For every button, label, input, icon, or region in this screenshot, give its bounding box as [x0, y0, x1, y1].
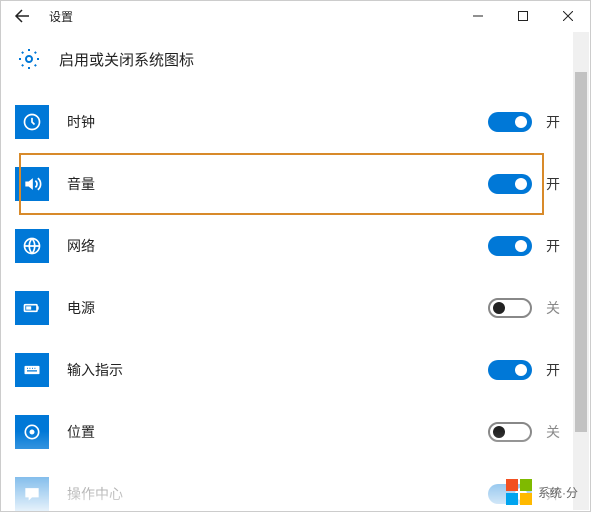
- toggle-switch[interactable]: [488, 174, 532, 194]
- settings-window: 设置 启用或关闭系统图标 时钟开音量开网络开电源关输入指示开位置关操作中心开: [0, 0, 591, 512]
- setting-row: 电源 关: [15, 277, 574, 339]
- minimize-icon: [473, 11, 483, 21]
- toggle-state-label: 关: [546, 298, 566, 318]
- toggle-state-label: 开: [546, 174, 566, 194]
- toggle-state-label: 开: [546, 360, 566, 380]
- watermark: 系统·分: [506, 479, 578, 505]
- toggle-thumb: [515, 116, 527, 128]
- toggle-thumb: [493, 426, 505, 438]
- toggle-group: 开: [488, 174, 566, 194]
- toggle-group: 关: [488, 422, 566, 442]
- maximize-button[interactable]: [500, 1, 545, 31]
- gear-icon: [15, 45, 43, 73]
- setting-label: 时钟: [67, 112, 470, 132]
- network-icon: [15, 229, 49, 263]
- setting-label: 音量: [67, 174, 470, 194]
- setting-row: 输入指示 开: [15, 339, 574, 401]
- close-icon: [563, 11, 573, 21]
- toggle-state-label: 开: [546, 236, 566, 256]
- title-bar: 设置: [1, 1, 590, 31]
- toggle-group: 开: [488, 360, 566, 380]
- icon-toggle-list: 时钟开音量开网络开电源关输入指示开位置关操作中心开: [1, 83, 590, 512]
- back-icon: [14, 8, 30, 24]
- close-button[interactable]: [545, 1, 590, 31]
- minimize-button[interactable]: [455, 1, 500, 31]
- scrollbar-track[interactable]: [573, 32, 589, 510]
- setting-row: 操作中心开: [15, 463, 574, 512]
- volume-icon: [15, 167, 49, 201]
- action-center-icon: [15, 477, 49, 511]
- setting-label: 网络: [67, 236, 470, 256]
- toggle-group: 关: [488, 298, 566, 318]
- power-icon: [15, 291, 49, 325]
- toggle-thumb: [515, 240, 527, 252]
- window-title: 设置: [49, 8, 73, 25]
- setting-label: 位置: [67, 422, 470, 442]
- toggle-state-label: 关: [546, 422, 566, 442]
- toggle-thumb: [515, 178, 527, 190]
- page-title: 启用或关闭系统图标: [59, 49, 194, 70]
- toggle-switch[interactable]: [488, 422, 532, 442]
- setting-label: 电源: [67, 298, 470, 318]
- setting-row: 音量 开: [15, 153, 574, 215]
- back-button[interactable]: [1, 1, 43, 31]
- keyboard-icon: [15, 353, 49, 387]
- clock-icon: [15, 105, 49, 139]
- toggle-thumb: [493, 302, 505, 314]
- maximize-icon: [518, 11, 528, 21]
- window-controls: [455, 1, 590, 31]
- setting-row: 位置 关: [15, 401, 574, 463]
- microsoft-logo-icon: [506, 479, 532, 505]
- toggle-thumb: [515, 364, 527, 376]
- toggle-group: 开: [488, 236, 566, 256]
- toggle-switch[interactable]: [488, 360, 532, 380]
- watermark-text: 系统·分: [538, 484, 578, 501]
- setting-row: 网络 开: [15, 215, 574, 277]
- setting-label: 操作中心: [67, 484, 470, 504]
- toggle-group: 开: [488, 112, 566, 132]
- setting-label: 输入指示: [67, 360, 470, 380]
- page-header: 启用或关闭系统图标: [1, 31, 590, 83]
- toggle-state-label: 开: [546, 112, 566, 132]
- setting-row: 时钟 开: [15, 91, 574, 153]
- scrollbar-thumb[interactable]: [575, 72, 587, 432]
- toggle-switch[interactable]: [488, 298, 532, 318]
- toggle-switch[interactable]: [488, 236, 532, 256]
- location-icon: [15, 415, 49, 449]
- toggle-switch[interactable]: [488, 112, 532, 132]
